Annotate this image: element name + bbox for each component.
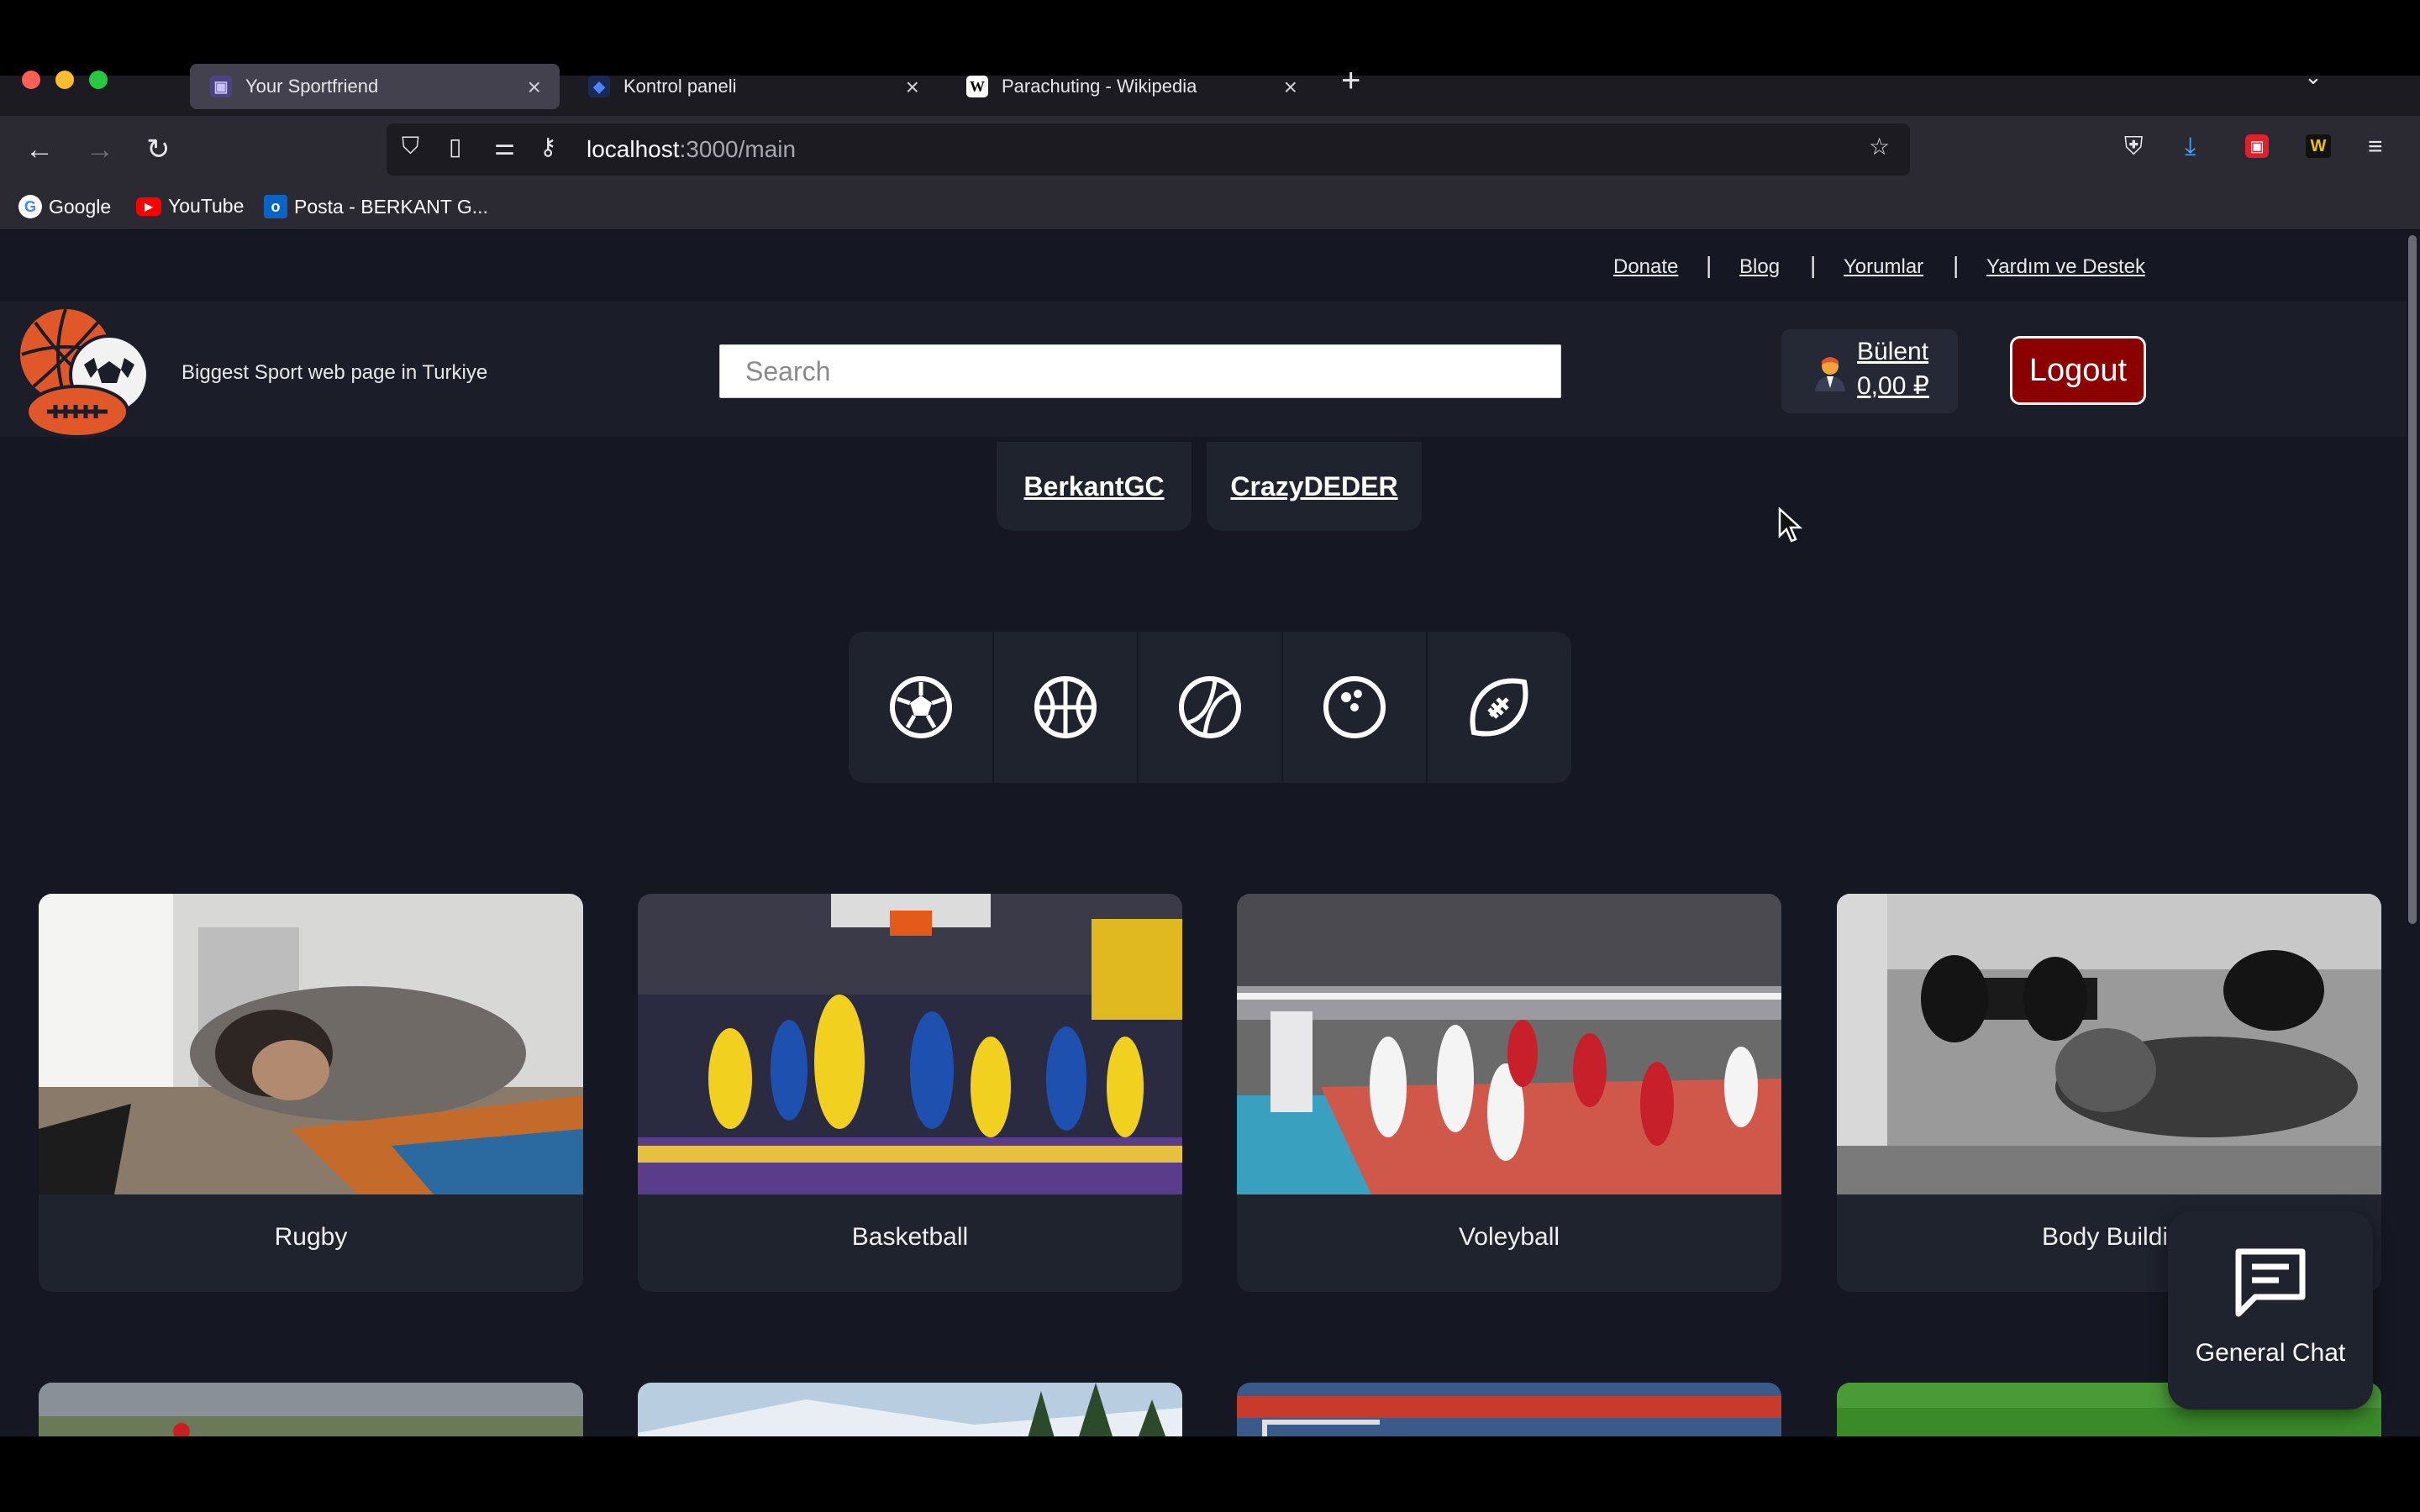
chevron-down-icon[interactable]: ⌄ xyxy=(2304,64,2323,90)
card-image xyxy=(638,894,1182,1194)
friend-name: CrazyDEDER xyxy=(1230,470,1398,501)
tab-label: Your Sportfriend xyxy=(245,76,379,97)
bookmark-label: YouTube xyxy=(168,195,245,217)
key-icon[interactable]: ⚷ xyxy=(539,133,557,160)
forward-arrow-icon[interactable]: → xyxy=(86,133,114,166)
basketball-icon xyxy=(1034,676,1097,738)
google-icon: G xyxy=(18,195,42,218)
friend-name: BerkantGC xyxy=(1023,470,1165,501)
separator: | xyxy=(1810,252,1817,278)
help-support-link[interactable]: Yardım ve Destek xyxy=(1986,255,2145,279)
soccer-filter-button[interactable] xyxy=(849,632,993,783)
bookmark-outlook[interactable]: o Posta - BERKANT G... xyxy=(264,195,488,218)
menu-icon[interactable]: ≡ xyxy=(2368,133,2383,161)
pocket-icon[interactable]: ⛨ xyxy=(2124,133,2144,161)
sportfriend-favicon-icon: ▣ xyxy=(210,76,232,97)
card-image xyxy=(638,1383,1182,1436)
bookmark-label: Posta - BERKANT G... xyxy=(294,195,488,218)
football-filter-button[interactable] xyxy=(1427,632,1571,783)
page-icon[interactable]: ▯ xyxy=(449,133,461,160)
window-zoom-button[interactable] xyxy=(89,71,108,89)
sport-card[interactable] xyxy=(1237,1383,1781,1436)
shield-favicon-icon: ◆ xyxy=(588,76,610,97)
card-label: Rugby xyxy=(274,1223,348,1251)
browser-tab-active[interactable]: ▣ Your Sportfriend × xyxy=(190,64,560,109)
card-image xyxy=(39,1383,583,1436)
back-arrow-icon[interactable]: ← xyxy=(25,133,54,166)
separator: | xyxy=(1706,252,1712,278)
card-image xyxy=(39,894,583,1194)
extension-lock-icon[interactable]: ▣ xyxy=(2245,134,2269,158)
sport-card[interactable] xyxy=(638,1383,1182,1436)
user-avatar-icon xyxy=(1815,357,1845,391)
tab-label: Kontrol paneli xyxy=(623,76,737,97)
bookmark-star-icon[interactable]: ☆ xyxy=(1869,133,1890,160)
mouse-cursor-icon xyxy=(1778,507,1803,543)
tennis-ball-icon xyxy=(1179,676,1241,738)
browser-tab[interactable]: W Parachuting - Wikipedia × xyxy=(946,64,1316,109)
scrollbar-thumb[interactable] xyxy=(2408,235,2417,924)
bookmark-google[interactable]: G Google xyxy=(18,195,111,218)
basketball-filter-button[interactable] xyxy=(993,632,1138,783)
new-tab-icon[interactable]: + xyxy=(1341,62,1360,100)
top-links-bar: Donate | Blog | Yorumlar | Yardım ve Des… xyxy=(0,230,2407,302)
card-image xyxy=(1237,1383,1781,1436)
blog-link[interactable]: Blog xyxy=(1739,255,1780,279)
card-label: Voleyball xyxy=(1458,1223,1560,1251)
extension-w-icon[interactable]: W xyxy=(2306,134,2331,158)
wikipedia-favicon-icon: W xyxy=(966,76,988,97)
youtube-icon: ▶ xyxy=(136,197,161,216)
tennis-filter-button[interactable] xyxy=(1138,632,1282,783)
outlook-icon: o xyxy=(264,195,287,218)
window-close-button[interactable] xyxy=(22,71,40,89)
chat-bubble-icon xyxy=(2235,1248,2306,1317)
soccer-ball-icon xyxy=(890,676,952,738)
url-host: localhost xyxy=(587,136,680,162)
general-chat-button[interactable]: General Chat xyxy=(2168,1211,2373,1410)
bowling-ball-icon xyxy=(1323,676,1386,738)
chat-label: General Chat xyxy=(2195,1339,2346,1367)
user-name-link[interactable]: Bülent xyxy=(1857,338,1928,366)
tab-close-icon[interactable]: × xyxy=(1284,74,1297,101)
shield-icon[interactable]: ⛉ xyxy=(402,133,419,160)
window-minimize-button[interactable] xyxy=(55,71,74,89)
sport-card-rugby[interactable]: Rugby xyxy=(39,894,583,1292)
user-balance-link[interactable]: 0,00 ₽ xyxy=(1857,371,1929,401)
page-content: Donate | Blog | Yorumlar | Yardım ve Des… xyxy=(0,230,2407,1436)
bookmark-label: Google xyxy=(49,195,112,218)
sports-logo-icon[interactable] xyxy=(18,306,155,440)
screen: ▣ Your Sportfriend × ◆ Kontrol paneli × … xyxy=(0,0,2420,1512)
donate-link[interactable]: Donate xyxy=(1613,255,1678,279)
card-image xyxy=(1237,894,1781,1194)
bookmark-youtube[interactable]: ▶ YouTube xyxy=(136,195,244,218)
tab-label: Parachuting - Wikipedia xyxy=(1002,76,1197,97)
tab-close-icon[interactable]: × xyxy=(906,74,919,101)
friend-tab[interactable]: BerkantGC xyxy=(997,442,1192,531)
friend-tab[interactable]: CrazyDEDER xyxy=(1207,442,1422,531)
download-icon[interactable]: ⤓ xyxy=(2185,133,2196,161)
site-tagline: Biggest Sport web page in Turkiye xyxy=(182,361,488,384)
browser-tab[interactable]: ◆ Kontrol paneli × xyxy=(568,64,938,109)
sport-card-voleyball[interactable]: Voleyball xyxy=(1237,894,1781,1292)
sport-card-basketball[interactable]: Basketball xyxy=(638,894,1182,1292)
card-label: Basketball xyxy=(851,1223,969,1251)
url-text[interactable]: localhost:3000/main xyxy=(587,136,796,163)
permissions-icon[interactable]: ⚌ xyxy=(494,133,515,160)
card-image xyxy=(1837,894,2381,1194)
reload-icon[interactable]: ↻ xyxy=(146,133,171,166)
search-input[interactable] xyxy=(719,344,1561,398)
sport-card[interactable] xyxy=(39,1383,583,1436)
yorumlar-link[interactable]: Yorumlar xyxy=(1844,255,1923,279)
separator: | xyxy=(1953,252,1960,278)
bowling-filter-button[interactable] xyxy=(1282,632,1427,783)
football-icon xyxy=(1470,678,1528,737)
logout-button[interactable]: Logout xyxy=(2010,336,2146,405)
tab-close-icon[interactable]: × xyxy=(528,74,541,101)
url-path: :3000/main xyxy=(679,136,797,162)
